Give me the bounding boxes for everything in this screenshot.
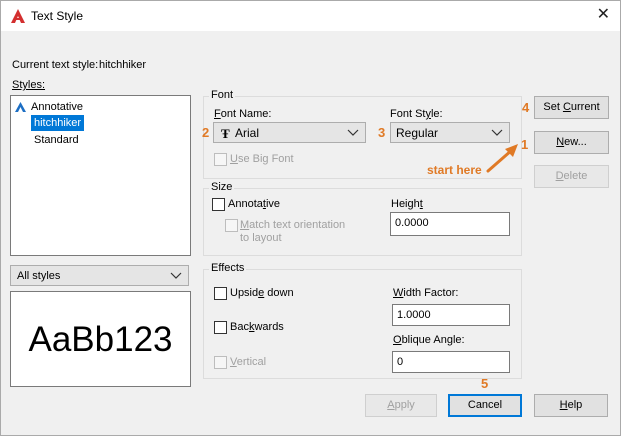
upside-down-label: Upside down: [230, 287, 294, 299]
annotative-label: Annotative: [228, 198, 280, 210]
current-style-value: hitchhiker: [99, 59, 147, 71]
annotative-checkbox[interactable]: [212, 198, 225, 211]
new-button[interactable]: New...: [534, 131, 609, 154]
font-style-dropdown[interactable]: Regular: [390, 122, 510, 143]
window-title: Text Style: [31, 9, 84, 23]
styles-label: Styles:: [12, 79, 46, 91]
font-name-label: Font Name:: [214, 108, 272, 120]
width-factor-input[interactable]: 1.0000: [392, 304, 510, 326]
font-style-label: Font Style:: [390, 108, 443, 120]
chevron-down-icon: [491, 129, 503, 136]
font-name-value: Arial: [235, 126, 260, 140]
style-item-standard[interactable]: Standard: [34, 132, 79, 148]
delete-button[interactable]: Delete: [534, 165, 609, 188]
backwards-checkbox[interactable]: [214, 321, 227, 334]
use-big-font-label: Use Big Font: [230, 153, 294, 165]
match-orientation-label: Match text orientation: [240, 219, 346, 231]
upside-down-checkbox[interactable]: [214, 287, 227, 300]
preview-text: AaBb123: [28, 320, 173, 359]
height-label: Height: [391, 198, 423, 210]
title-bar: Text Style ✕: [1, 1, 620, 31]
start-here-note: start here: [427, 163, 482, 177]
font-style-value: Regular: [396, 126, 439, 140]
annotative-icon: [15, 102, 26, 112]
help-button[interactable]: Help: [534, 394, 608, 417]
cancel-button[interactable]: Cancel: [448, 394, 522, 417]
styles-list[interactable]: Annotative hitchhiker Standard: [10, 95, 191, 256]
style-item-hitchhiker[interactable]: hitchhiker: [31, 115, 85, 131]
size-group-label: Size: [209, 181, 235, 193]
set-current-button[interactable]: Set Current: [534, 96, 609, 119]
match-orientation-label-2: to layout: [240, 232, 282, 244]
text-style-dialog: Text Style ✕ Current text style: hitchhi…: [0, 0, 621, 436]
close-icon[interactable]: ✕: [597, 6, 610, 24]
font-group-label: Font: [209, 89, 236, 101]
vertical-label: Vertical: [230, 356, 267, 368]
styles-filter-dropdown[interactable]: All styles: [10, 265, 189, 286]
apply-button[interactable]: Apply: [365, 394, 437, 417]
chevron-down-icon: [170, 272, 182, 279]
autocad-logo-icon: [11, 9, 25, 23]
match-orientation-checkbox[interactable]: [225, 219, 238, 232]
step-number-1: 1: [521, 137, 529, 152]
step-number-5: 5: [481, 376, 489, 391]
truetype-font-icon: Ŧ: [221, 126, 230, 141]
font-name-dropdown[interactable]: Ŧ Arial: [213, 122, 366, 143]
width-factor-label: Width Factor:: [393, 287, 459, 299]
arrow-icon: [486, 144, 518, 173]
use-big-font-checkbox[interactable]: [214, 153, 227, 166]
chevron-down-icon: [347, 129, 359, 136]
oblique-angle-label: Oblique Angle:: [393, 334, 465, 346]
step-number-2: 2: [202, 125, 210, 140]
vertical-checkbox[interactable]: [214, 356, 227, 369]
step-number-4: 4: [522, 100, 530, 115]
step-number-3: 3: [378, 125, 386, 140]
preview-box: AaBb123: [10, 291, 191, 387]
backwards-label: Backwards: [230, 321, 284, 333]
oblique-angle-input[interactable]: 0: [392, 351, 510, 373]
height-input[interactable]: 0.0000: [390, 212, 510, 236]
current-style-label: Current text style:: [12, 59, 99, 71]
effects-group-label: Effects: [209, 262, 247, 274]
